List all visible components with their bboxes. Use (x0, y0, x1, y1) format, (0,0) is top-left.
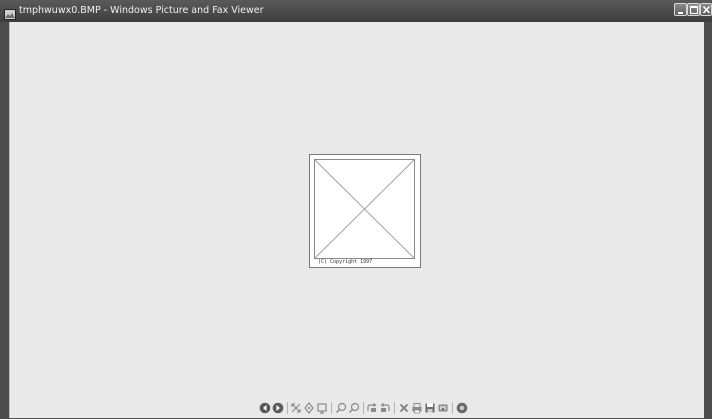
image-caption: (C) Copyright 1997 (318, 259, 373, 265)
help-icon (456, 402, 468, 414)
broken-image-x-icon (314, 159, 415, 259)
rotate-counterclockwise-button[interactable] (379, 402, 391, 414)
edit-icon (438, 404, 448, 412)
edit-button[interactable] (437, 402, 449, 414)
title-bar[interactable]: tmphwuwx0.BMP - Windows Picture and Fax … (0, 0, 712, 22)
toolbar-separator (452, 402, 453, 414)
zoom-in-icon (335, 402, 347, 414)
delete-icon (399, 403, 409, 413)
picture-viewer-window: tmphwuwx0.BMP - Windows Picture and Fax … (0, 0, 712, 419)
picture-viewer-icon[interactable] (4, 5, 16, 20)
minimize-icon (678, 12, 683, 14)
slideshow-icon (317, 403, 327, 414)
rotate-clockwise-button[interactable] (366, 402, 378, 414)
displayed-image: (C) Copyright 1997 (309, 154, 421, 268)
next-image-button[interactable] (272, 402, 284, 414)
copy-to-button[interactable] (424, 402, 436, 414)
close-button[interactable] (700, 3, 712, 16)
print-button[interactable] (411, 402, 423, 414)
rotate-counterclockwise-icon (380, 403, 390, 412)
maximize-button[interactable] (687, 3, 700, 16)
zoom-in-button[interactable] (335, 402, 347, 414)
image-viewing-area[interactable]: (C) Copyright 1997 (9, 22, 704, 418)
print-icon (412, 403, 422, 414)
close-icon (702, 5, 711, 14)
maximize-icon (689, 5, 699, 15)
help-button[interactable] (456, 402, 468, 414)
viewer-toolbar (259, 402, 469, 416)
toolbar-separator (363, 402, 364, 414)
toolbar-separator (287, 402, 288, 414)
save-icon (425, 403, 435, 413)
minimize-button[interactable] (674, 3, 687, 16)
actual-size-icon (304, 402, 314, 414)
zoom-out-button[interactable] (348, 402, 360, 414)
previous-icon (259, 402, 271, 414)
delete-button[interactable] (398, 402, 410, 414)
slideshow-button[interactable] (316, 402, 328, 414)
best-fit-icon (291, 403, 301, 413)
toolbar-separator (394, 402, 395, 414)
window-title: tmphwuwx0.BMP - Windows Picture and Fax … (19, 5, 264, 16)
zoom-out-icon (348, 402, 360, 414)
actual-size-button[interactable] (303, 402, 315, 414)
next-icon (272, 402, 284, 414)
toolbar-separator (331, 402, 332, 414)
previous-image-button[interactable] (259, 402, 271, 414)
rotate-clockwise-icon (367, 403, 377, 412)
best-fit-button[interactable] (290, 402, 302, 414)
